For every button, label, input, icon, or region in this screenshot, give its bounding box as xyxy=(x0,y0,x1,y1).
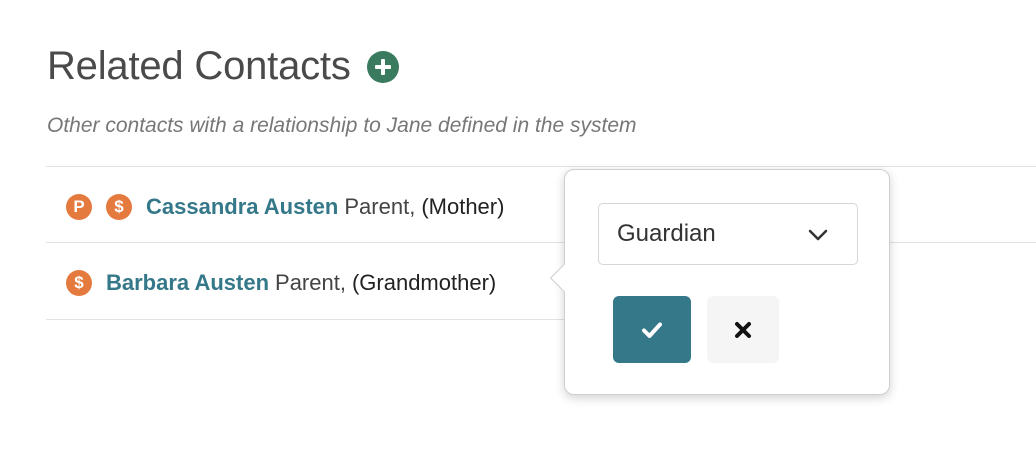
check-icon xyxy=(642,322,662,338)
confirm-button[interactable] xyxy=(613,296,691,363)
divider xyxy=(46,166,1036,167)
contact-role: Parent, xyxy=(344,194,416,219)
contact-row: P $ Cassandra Austen Parent, (Mother) xyxy=(66,192,504,222)
primary-badge[interactable]: P xyxy=(66,194,92,220)
contact-relationship[interactable]: (Mother) xyxy=(421,194,504,220)
section-subtitle: Other contacts with a relationship to Ja… xyxy=(47,114,637,137)
edit-relationship-popover: Guardian xyxy=(549,169,890,395)
divider xyxy=(46,319,566,320)
popover-arrow xyxy=(549,263,579,293)
section-header: Related Contacts xyxy=(47,44,399,89)
relationship-select-value: Guardian xyxy=(617,220,716,247)
related-contacts-section: Related Contacts Other contacts with a r… xyxy=(0,0,1036,462)
section-title: Related Contacts xyxy=(47,44,351,88)
cancel-button[interactable] xyxy=(707,296,779,363)
financial-badge[interactable]: $ xyxy=(66,270,92,296)
close-icon xyxy=(735,321,751,338)
contact-relationship[interactable]: (Grandmother) xyxy=(352,270,496,296)
contact-role: Parent, xyxy=(275,270,346,295)
chevron-down-icon xyxy=(808,229,828,241)
contact-row: $ Barbara Austen Parent, (Grandmother) xyxy=(66,268,496,298)
add-contact-button[interactable] xyxy=(366,50,399,83)
contact-name-link[interactable]: Barbara Austen xyxy=(106,270,269,296)
relationship-select[interactable]: Guardian xyxy=(598,203,858,265)
contact-name-link[interactable]: Cassandra Austen xyxy=(146,194,338,220)
financial-badge[interactable]: $ xyxy=(106,194,132,220)
